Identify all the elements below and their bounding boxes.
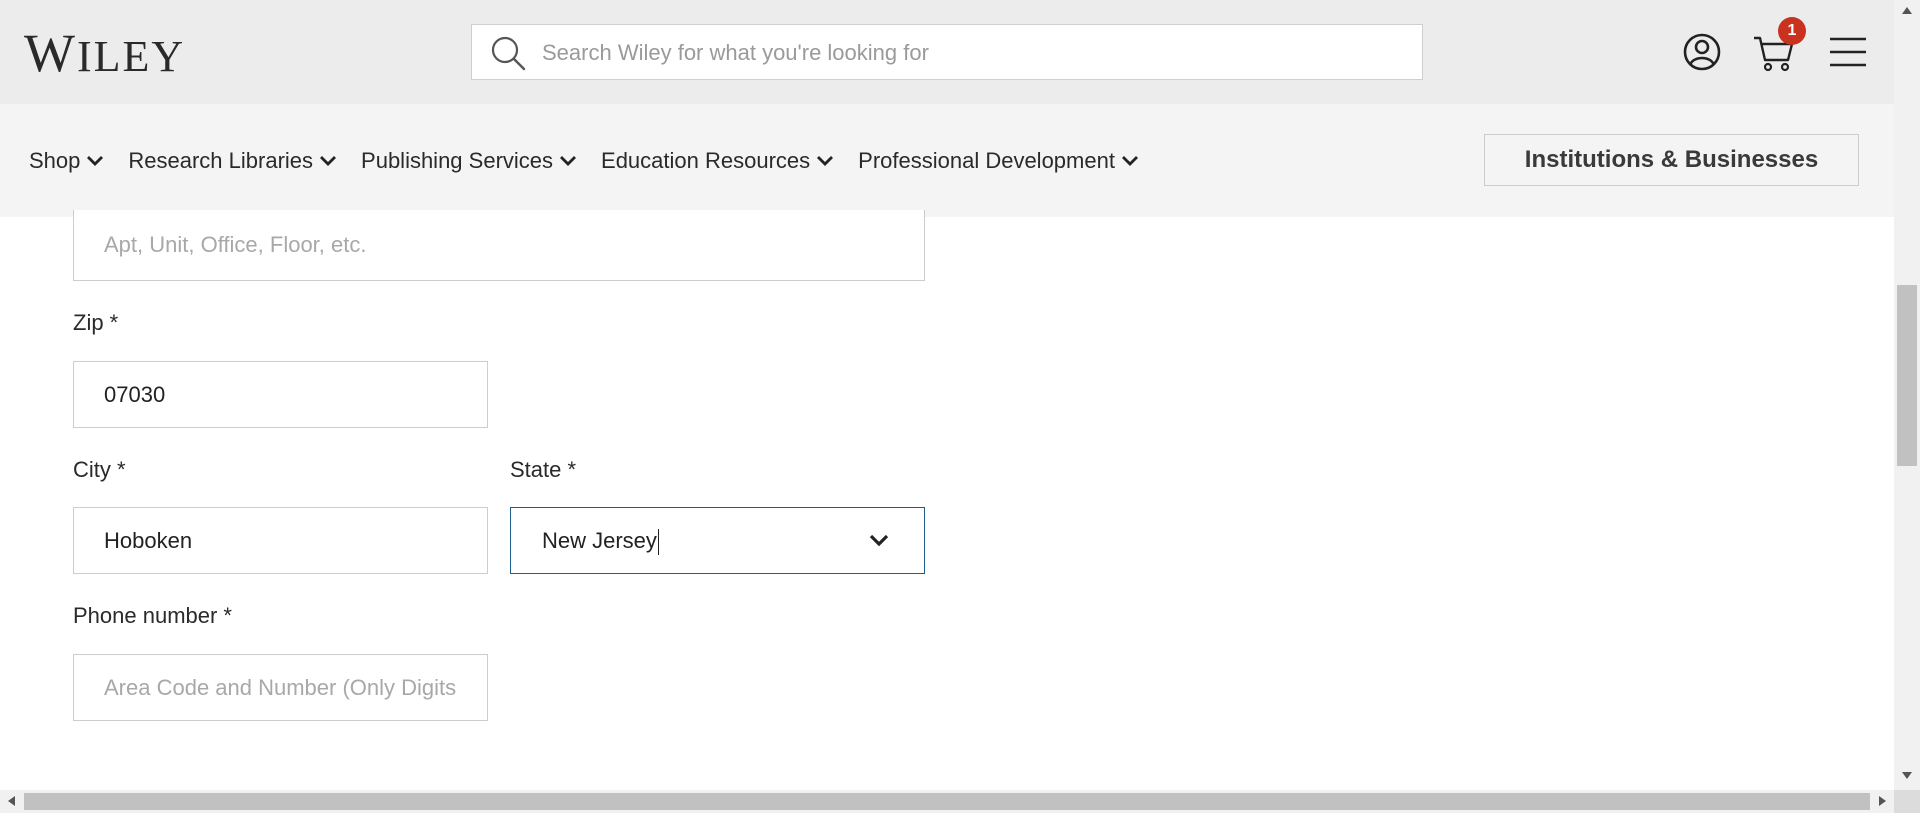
address-line-2-field[interactable] [73, 210, 925, 281]
zip-input[interactable] [104, 362, 477, 427]
scroll-left-arrow-icon[interactable] [7, 796, 15, 806]
chevron-down-icon [87, 155, 104, 166]
city-input[interactable] [104, 508, 477, 573]
scroll-right-arrow-icon[interactable] [1879, 796, 1887, 806]
zip-field[interactable] [73, 361, 488, 428]
address-line-2-input[interactable] [104, 210, 914, 280]
city-field[interactable] [73, 507, 488, 574]
cart-count-badge: 1 [1778, 17, 1806, 45]
chevron-down-icon [869, 534, 889, 547]
chevron-down-icon [1121, 155, 1138, 166]
nav-professional-development-label: Professional Development [858, 147, 1115, 173]
state-label: State * [510, 457, 577, 482]
account-icon[interactable] [1680, 30, 1724, 74]
wiley-logo[interactable]: WILEY [24, 26, 185, 84]
nav-education-resources[interactable]: Education Resources [601, 148, 834, 174]
nav-professional-development[interactable]: Professional Development [858, 148, 1139, 174]
hamburger-menu-icon[interactable] [1826, 30, 1870, 74]
state-select[interactable]: New Jersey [510, 507, 925, 574]
horizontal-scrollbar[interactable] [0, 790, 1894, 813]
nav-publishing-services-label: Publishing Services [361, 147, 554, 173]
phone-field[interactable] [73, 654, 488, 721]
nav-research-libraries-label: Research Libraries [128, 147, 314, 173]
scroll-down-arrow-icon[interactable] [1902, 772, 1912, 780]
nav-shop-label: Shop [29, 147, 81, 173]
scrollbar-corner [1894, 790, 1920, 813]
nav-research-libraries[interactable]: Research Libraries [128, 148, 337, 174]
phone-label: Phone number * [73, 603, 232, 628]
nav-shop[interactable]: Shop [29, 148, 104, 174]
scroll-up-arrow-icon[interactable] [1902, 6, 1912, 14]
chevron-down-icon [560, 155, 577, 166]
phone-input[interactable] [104, 655, 477, 720]
vertical-scrollbar[interactable] [1894, 0, 1920, 790]
top-header: WILEY 1 [0, 0, 1894, 104]
chevron-down-icon [320, 155, 337, 166]
state-selected-value: New Jersey [542, 508, 659, 573]
chevron-down-icon [817, 155, 834, 166]
vertical-scrollbar-thumb[interactable] [1897, 285, 1917, 466]
horizontal-scrollbar-thumb[interactable] [24, 793, 1870, 810]
search-input[interactable] [540, 25, 1404, 81]
search-icon [491, 36, 526, 71]
institutions-businesses-button[interactable]: Institutions & Businesses [1484, 134, 1859, 186]
search-box[interactable] [471, 24, 1423, 81]
nav-publishing-services[interactable]: Publishing Services [361, 148, 577, 174]
text-cursor [657, 529, 659, 556]
city-label: City * [73, 457, 126, 482]
zip-label: Zip * [73, 310, 119, 335]
page: WILEY 1 Shop [0, 0, 1920, 813]
nav-education-resources-label: Education Resources [601, 147, 811, 173]
